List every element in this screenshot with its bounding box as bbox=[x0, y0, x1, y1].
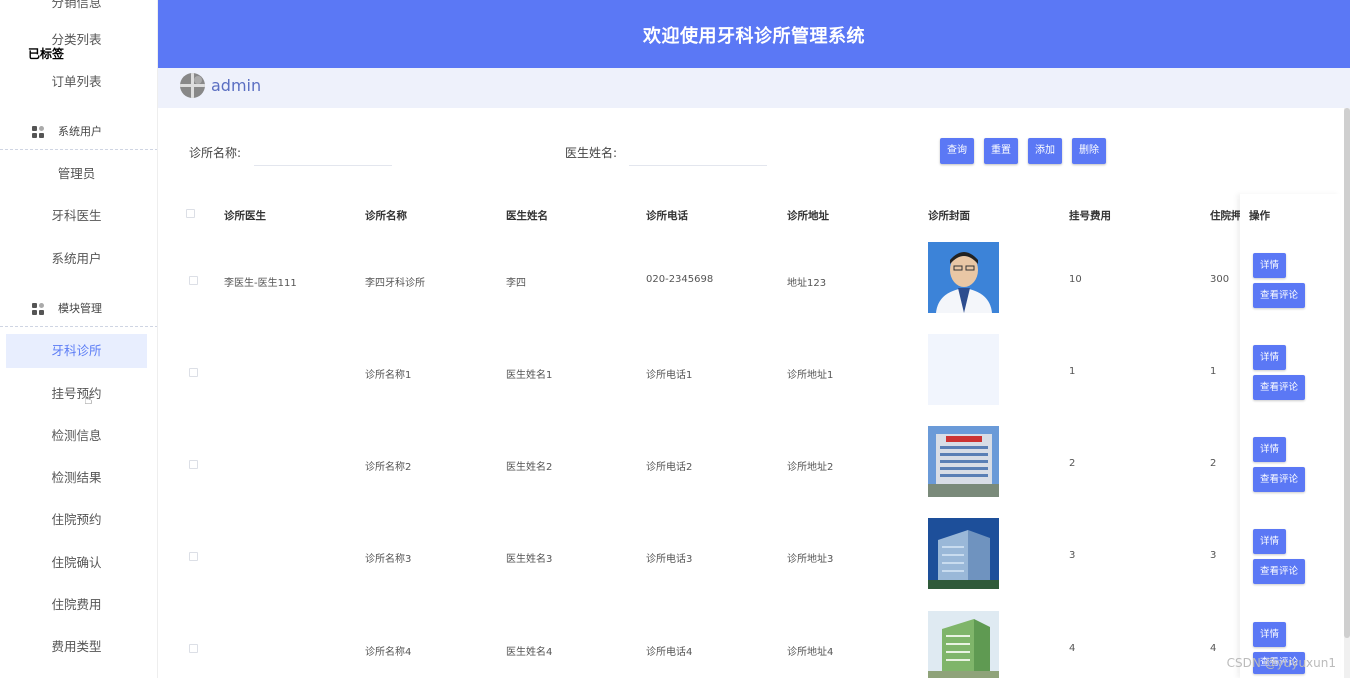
grid-icon bbox=[32, 303, 44, 315]
cover-image bbox=[928, 426, 999, 497]
delete-button[interactable]: 删除 bbox=[1072, 138, 1106, 164]
main-panel: 诊所名称: 医生姓名: 查询 重置 添加 删除 诊所医生 诊所名称 医生姓名 诊… bbox=[164, 112, 1340, 678]
col-header: 诊所地址 bbox=[787, 210, 829, 222]
sidebar-item-cut[interactable]: 分销信息 bbox=[6, 0, 147, 20]
sidebar-item-fee-type[interactable]: 费用类型 bbox=[6, 630, 147, 664]
view-review-button[interactable]: 查看评论 bbox=[1253, 375, 1305, 400]
cell-fee: 10 bbox=[1069, 274, 1082, 285]
sidebar-item-dental-clinic[interactable]: 牙科诊所 bbox=[6, 334, 147, 368]
add-button[interactable]: 添加 bbox=[1028, 138, 1062, 164]
view-review-button[interactable]: 查看评论 bbox=[1253, 467, 1305, 492]
sidebar-item-hospital-fee[interactable]: 住院费用 bbox=[6, 588, 147, 622]
cell-doctor-name: 医生姓名2 bbox=[506, 462, 553, 473]
detail-button[interactable]: 详情 bbox=[1253, 253, 1286, 278]
col-header: 诊所名称 bbox=[365, 210, 407, 222]
user-bar: admin bbox=[158, 68, 1350, 108]
cell-name: 诊所名称2 bbox=[365, 462, 412, 473]
cell-address: 诊所地址1 bbox=[787, 370, 834, 381]
operations-column: 操作 详情 查看评论 详情 查看评论 详情 查看评论 详情 查看评论 详情 查看… bbox=[1240, 194, 1340, 678]
cell-doctor: 李医生-医生111 bbox=[224, 278, 297, 289]
cell-phone: 020-2345698 bbox=[646, 274, 714, 285]
username[interactable]: admin bbox=[211, 76, 261, 95]
col-header: 住院押金 bbox=[1210, 210, 1240, 222]
page-title: 欢迎使用牙科诊所管理系统 bbox=[643, 26, 865, 47]
row-checkbox[interactable] bbox=[189, 644, 198, 653]
grid-icon bbox=[32, 126, 44, 138]
sidebar-item-test-info[interactable]: 检测信息 bbox=[6, 419, 147, 453]
query-button[interactable]: 查询 bbox=[940, 138, 974, 164]
cell-address: 诊所地址3 bbox=[787, 554, 834, 565]
cover-image bbox=[928, 242, 999, 313]
cell-deposit: 1 bbox=[1210, 366, 1217, 377]
cell-address: 地址123 bbox=[787, 278, 827, 289]
detail-button[interactable]: 详情 bbox=[1253, 622, 1286, 647]
detail-button[interactable]: 详情 bbox=[1253, 437, 1286, 462]
clinic-name-input[interactable] bbox=[254, 140, 392, 166]
cell-deposit: 4 bbox=[1210, 643, 1217, 654]
col-header: 操作 bbox=[1249, 210, 1270, 222]
col-header: 诊所封面 bbox=[928, 210, 970, 222]
cell-phone: 诊所电话1 bbox=[646, 370, 693, 381]
cell-deposit: 300 bbox=[1210, 274, 1230, 285]
view-review-button[interactable]: 查看评论 bbox=[1253, 559, 1305, 584]
cell-address: 诊所地址4 bbox=[787, 647, 834, 658]
doctor-name-input[interactable] bbox=[629, 140, 767, 166]
cell-name: 李四牙科诊所 bbox=[365, 278, 425, 289]
sidebar-item-system-user[interactable]: 系统用户 bbox=[6, 242, 147, 276]
cell-name: 诊所名称1 bbox=[365, 370, 412, 381]
select-all-checkbox[interactable] bbox=[186, 209, 195, 218]
col-header: 挂号费用 bbox=[1069, 210, 1111, 222]
cell-deposit: 3 bbox=[1210, 550, 1217, 561]
cell-phone: 诊所电话4 bbox=[646, 647, 693, 658]
clinic-name-label: 诊所名称: bbox=[189, 146, 242, 160]
hand-cursor-icon: ☝ bbox=[84, 392, 93, 408]
top-header: 欢迎使用牙科诊所管理系统 bbox=[158, 0, 1350, 68]
doctor-name-label: 医生姓名: bbox=[565, 146, 618, 160]
sidebar-item-test-result[interactable]: 检测结果 bbox=[6, 461, 147, 495]
col-header: 诊所医生 bbox=[224, 210, 266, 222]
cover-image bbox=[928, 518, 999, 589]
cell-name: 诊所名称3 bbox=[365, 554, 412, 565]
sidebar-item-hospital-booking[interactable]: 住院预约 bbox=[6, 503, 147, 537]
reset-button[interactable]: 重置 bbox=[984, 138, 1018, 164]
sidebar-group-label: 模块管理 bbox=[58, 302, 102, 315]
view-review-button[interactable]: 查看评论 bbox=[1253, 283, 1305, 308]
scrollbar[interactable] bbox=[1344, 108, 1350, 678]
overlay-label: 已标签 bbox=[28, 47, 65, 61]
cell-phone: 诊所电话3 bbox=[646, 554, 693, 565]
cell-address: 诊所地址2 bbox=[787, 462, 834, 473]
sidebar-item-hospital-confirm[interactable]: 住院确认 bbox=[6, 546, 147, 580]
cell-fee: 3 bbox=[1069, 550, 1076, 561]
sidebar-group-module[interactable]: 模块管理 bbox=[0, 291, 157, 327]
cell-doctor-name: 医生姓名1 bbox=[506, 370, 553, 381]
detail-button[interactable]: 详情 bbox=[1253, 345, 1286, 370]
cover-image bbox=[928, 611, 999, 678]
cell-deposit: 2 bbox=[1210, 458, 1217, 469]
cell-fee: 1 bbox=[1069, 366, 1076, 377]
col-header: 医生姓名 bbox=[506, 210, 548, 222]
cell-phone: 诊所电话2 bbox=[646, 462, 693, 473]
sidebar-item-order-list[interactable]: 订单列表 bbox=[6, 65, 147, 99]
cover-image bbox=[928, 334, 999, 405]
cell-fee: 2 bbox=[1069, 458, 1076, 469]
row-checkbox[interactable] bbox=[189, 368, 198, 377]
cell-doctor-name: 李四 bbox=[506, 278, 526, 289]
sidebar-item-dentist[interactable]: 牙科医生 bbox=[6, 199, 147, 233]
cell-doctor-name: 医生姓名4 bbox=[506, 647, 553, 658]
sidebar: 分销信息 分类列表 已标签 订单列表 系统用户 管理员 牙科医生 系统用户 模块… bbox=[0, 0, 158, 678]
sidebar-item-admin[interactable]: 管理员 bbox=[6, 157, 147, 191]
cell-fee: 4 bbox=[1069, 643, 1076, 654]
row-checkbox[interactable] bbox=[189, 460, 198, 469]
col-header: 诊所电话 bbox=[646, 210, 688, 222]
sidebar-group-label: 系统用户 bbox=[58, 125, 102, 138]
sidebar-item-registration[interactable]: 挂号预约 bbox=[6, 377, 147, 411]
row-checkbox[interactable] bbox=[189, 276, 198, 285]
cell-name: 诊所名称4 bbox=[365, 647, 412, 658]
avatar[interactable] bbox=[180, 73, 205, 98]
detail-button[interactable]: 详情 bbox=[1253, 529, 1286, 554]
cell-doctor-name: 医生姓名3 bbox=[506, 554, 553, 565]
row-checkbox[interactable] bbox=[189, 552, 198, 561]
sidebar-group-system[interactable]: 系统用户 bbox=[0, 114, 157, 150]
watermark: CSDN @yuyuxun1 bbox=[1226, 656, 1336, 670]
